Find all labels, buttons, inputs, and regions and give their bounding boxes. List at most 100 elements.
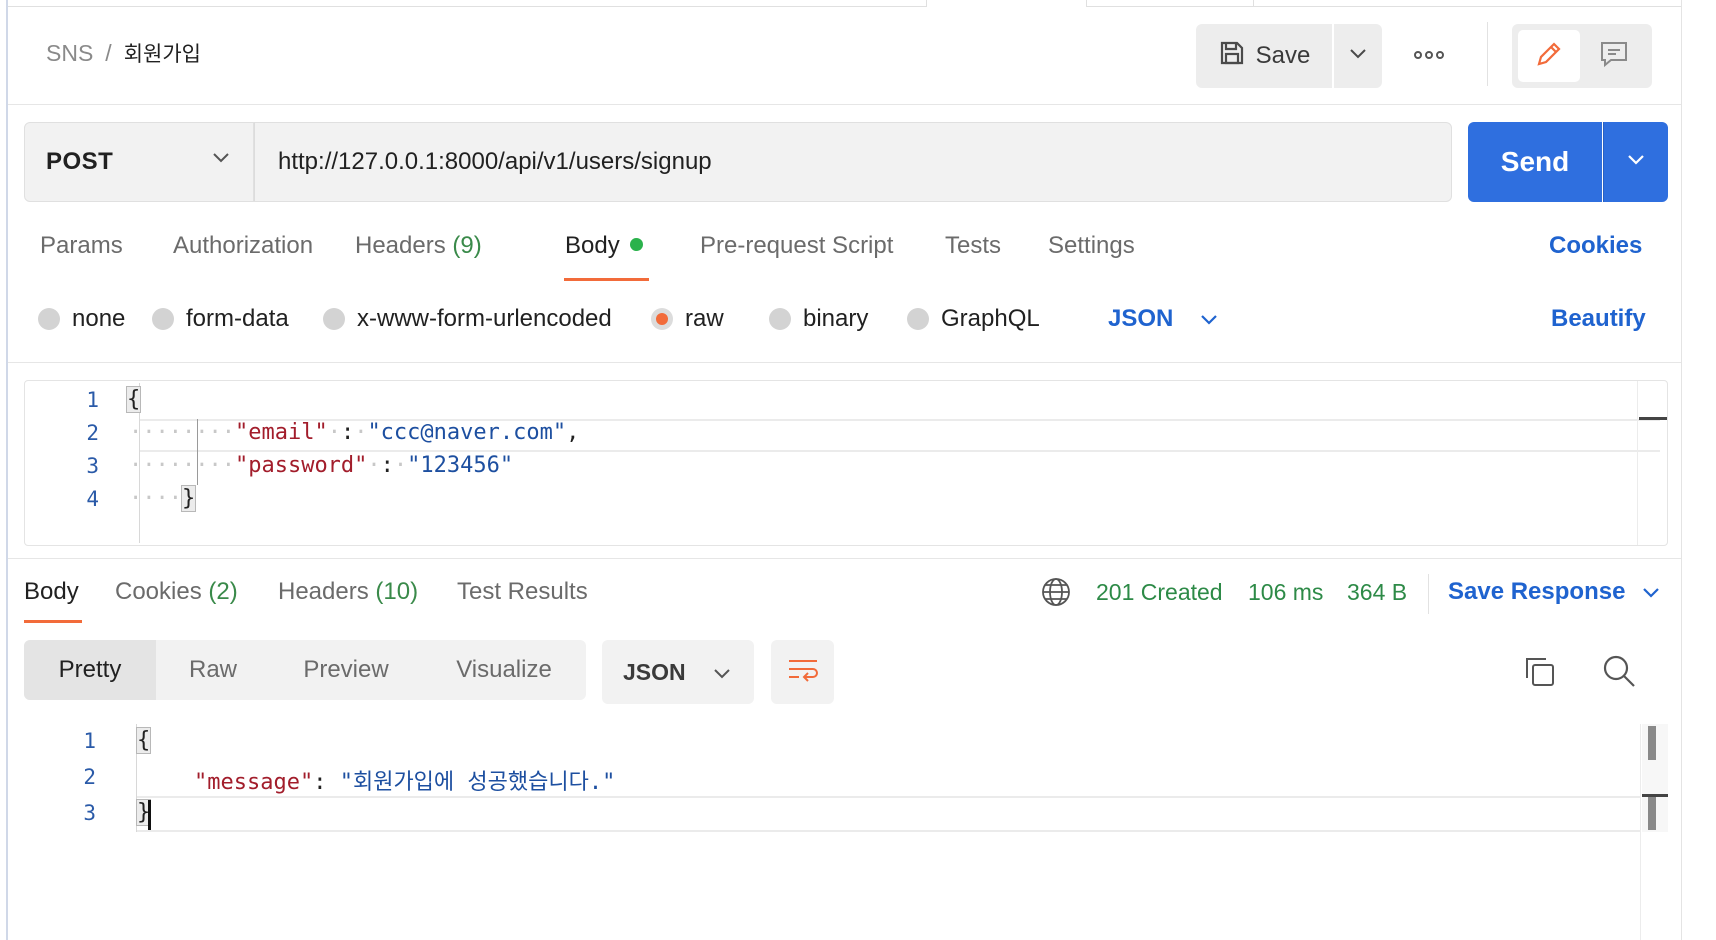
- body-language-label: JSON: [1108, 305, 1174, 332]
- response-tab-cookies[interactable]: Cookies (2): [115, 578, 238, 606]
- json-value: "ccc@naver.com": [367, 420, 567, 445]
- radio-circle: [38, 308, 60, 330]
- view-preview[interactable]: Preview: [278, 640, 414, 700]
- more-options-button[interactable]: [1404, 36, 1454, 76]
- response-size[interactable]: 364 B: [1347, 579, 1407, 606]
- breadcrumb-collection[interactable]: SNS: [46, 40, 93, 67]
- response-time[interactable]: 106 ms: [1248, 579, 1323, 606]
- header-divider-line: [8, 104, 1681, 105]
- tab-pre-request-script[interactable]: Pre-request Script: [700, 232, 893, 260]
- radio-raw[interactable]: raw: [651, 305, 724, 333]
- response-tab-headers-label: Headers: [278, 578, 369, 605]
- response-active-tab-underline: [24, 620, 82, 623]
- more-dots-icon: [1414, 47, 1444, 65]
- trailing-comma: ,: [566, 420, 580, 445]
- body-indicator-dot: [629, 238, 643, 252]
- view-visualize[interactable]: Visualize: [424, 640, 584, 700]
- view-pretty[interactable]: Pretty: [24, 640, 156, 700]
- tab-authorization[interactable]: Authorization: [173, 232, 313, 260]
- search-icon[interactable]: [1600, 652, 1638, 690]
- beautify-link[interactable]: Beautify: [1551, 305, 1646, 333]
- status-code[interactable]: 201 Created: [1096, 579, 1223, 606]
- wrap-lines-icon: [787, 657, 819, 688]
- response-tab-cookies-count: (2): [208, 578, 238, 605]
- scrollbar-thumb[interactable]: [1648, 726, 1656, 760]
- open-brace: {: [125, 386, 142, 413]
- json-colon: :: [313, 770, 327, 795]
- tab-tests[interactable]: Tests: [945, 232, 1001, 260]
- response-tab-headers-count: (10): [375, 578, 419, 605]
- text-cursor: [148, 800, 151, 830]
- tab-settings[interactable]: Settings: [1048, 232, 1135, 260]
- json-key: "email": [234, 420, 328, 445]
- copy-icon[interactable]: [1522, 654, 1558, 690]
- radio-circle: [152, 308, 174, 330]
- save-response-button[interactable]: Save Response: [1448, 578, 1661, 606]
- editor-scrollbar[interactable]: [1637, 381, 1669, 545]
- url-input[interactable]: http://127.0.0.1:8000/api/v1/users/signu…: [254, 122, 1452, 202]
- response-divider: [8, 558, 1681, 559]
- chevron-down-icon: [1626, 153, 1646, 171]
- line-number: 3: [86, 454, 99, 478]
- floppy-disk-icon: [1218, 39, 1246, 74]
- header-divider: [1487, 22, 1488, 86]
- wrap-lines-button[interactable]: [771, 640, 834, 704]
- send-options-dropdown[interactable]: [1603, 122, 1668, 202]
- response-scroll-divider: [1640, 724, 1641, 940]
- code-line-close: ····}: [129, 485, 197, 512]
- save-response-label: Save Response: [1448, 578, 1626, 605]
- code-line-password: ········"password"·:·"123456": [129, 453, 514, 478]
- breadcrumb-separator: /: [105, 39, 112, 66]
- response-scrollbar[interactable]: [1642, 724, 1668, 832]
- breadcrumb: SNS / 회원가입: [46, 38, 201, 68]
- method-select[interactable]: POST: [24, 122, 254, 202]
- breadcrumb-request-name[interactable]: 회원가입: [124, 38, 201, 68]
- code-line-email: ········"email"·:·"ccc@naver.com",: [129, 420, 580, 445]
- response-tab-headers[interactable]: Headers (10): [278, 578, 418, 606]
- radio-form-data[interactable]: form-data: [152, 305, 289, 333]
- tab-params[interactable]: Params: [40, 232, 123, 260]
- response-language-label: JSON: [623, 658, 686, 685]
- radio-circle: [323, 308, 345, 330]
- comment-icon: [1599, 40, 1629, 73]
- line-number: 4: [86, 487, 99, 511]
- save-button[interactable]: Save: [1196, 24, 1332, 88]
- cookies-link[interactable]: Cookies: [1549, 232, 1642, 260]
- section-divider: [8, 362, 1681, 363]
- edit-mode-button[interactable]: [1518, 30, 1580, 82]
- request-body-editor[interactable]: 1 2 3 4 { ········"email"·:·"ccc@naver.c…: [24, 380, 1668, 546]
- save-options-dropdown[interactable]: [1334, 24, 1382, 88]
- line-number: 1: [86, 388, 99, 412]
- radio-form-data-label: form-data: [186, 305, 289, 332]
- view-raw[interactable]: Raw: [156, 640, 270, 700]
- tab-headers-label: Headers: [355, 232, 446, 259]
- scrollbar-marker: [1639, 417, 1667, 420]
- method-label: POST: [46, 148, 114, 175]
- response-gutter-divider: [136, 724, 137, 832]
- chevron-down-icon: [1199, 305, 1219, 333]
- response-tab-body[interactable]: Body: [24, 578, 79, 606]
- json-value: "123456": [407, 453, 514, 478]
- tab-body-label: Body: [565, 232, 620, 259]
- scrollbar-thumb[interactable]: [1648, 796, 1656, 830]
- radio-none[interactable]: none: [38, 305, 125, 333]
- json-key: "password": [234, 453, 368, 478]
- response-tab-cookies-label: Cookies: [115, 578, 202, 605]
- line-number: 2: [86, 421, 99, 445]
- line-number: 1: [83, 729, 96, 753]
- send-button[interactable]: Send: [1468, 122, 1602, 202]
- response-language-select[interactable]: JSON: [602, 640, 754, 704]
- radio-urlencoded-label: x-www-form-urlencoded: [357, 305, 612, 332]
- response-tab-test-results[interactable]: Test Results: [457, 578, 588, 606]
- status-divider: [1428, 574, 1429, 614]
- body-language-select[interactable]: JSON: [1108, 305, 1219, 333]
- open-brace: {: [135, 727, 152, 754]
- tab-body[interactable]: Body: [565, 232, 643, 260]
- globe-icon[interactable]: [1040, 576, 1072, 608]
- radio-binary[interactable]: binary: [769, 305, 868, 333]
- radio-urlencoded[interactable]: x-www-form-urlencoded: [323, 305, 612, 333]
- tab-headers[interactable]: Headers (9): [355, 232, 482, 260]
- right-side-panel: [1681, 0, 1716, 940]
- comments-button[interactable]: [1582, 30, 1646, 82]
- radio-graphql[interactable]: GraphQL: [907, 305, 1040, 333]
